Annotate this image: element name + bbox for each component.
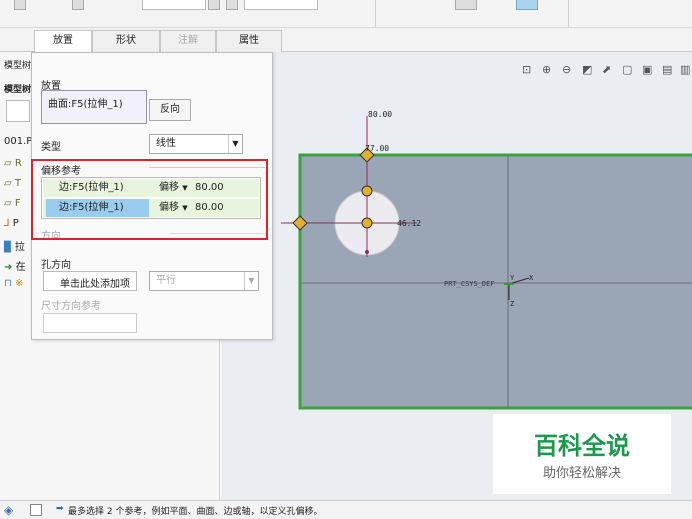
insert-arrow-icon: ➜: [4, 262, 13, 273]
tree-item-csys[interactable]: ⅃ P: [4, 218, 19, 229]
tree-item-label: T: [14, 178, 21, 189]
flip-button[interactable]: 反向: [149, 99, 191, 121]
ribbon-dropdown[interactable]: [208, 0, 220, 10]
toolbar-more-icon[interactable]: ▥: [680, 63, 692, 77]
ribbon-separator: [375, 0, 376, 28]
type-select[interactable]: 线性 ▼: [149, 134, 243, 154]
diameter-handle[interactable]: [361, 185, 373, 197]
tab-properties[interactable]: 属性: [216, 30, 282, 52]
tree-item-datum-plane[interactable]: ▱ T: [4, 178, 21, 189]
ribbon-toolbar: [0, 0, 692, 28]
placement-collector[interactable]: 曲面:F5(拉伸_1): [41, 90, 147, 124]
tree-item-datum-plane[interactable]: ▱ R: [4, 158, 22, 169]
datum-display-icon[interactable]: ▤: [662, 63, 676, 77]
tab-note[interactable]: 注解: [160, 30, 216, 52]
watermark: 百科全说 助你轻松解决: [493, 414, 671, 494]
plane-icon: ▱: [4, 198, 12, 209]
ribbon-button[interactable]: [72, 0, 84, 10]
tree-item-label: 在: [15, 262, 26, 273]
center-handle[interactable]: [361, 217, 373, 229]
csys-label: PRT_CSYS_DEF: [444, 280, 495, 288]
ribbon-field[interactable]: [142, 0, 206, 10]
saved-view-icon[interactable]: ▢: [622, 63, 636, 77]
display-style-icon[interactable]: ⬈: [602, 63, 616, 77]
hole-direction-select[interactable]: 平行 ▼: [149, 271, 259, 291]
ribbon-field[interactable]: [244, 0, 318, 10]
type-label: 类型: [41, 142, 61, 153]
hole-direction-hint: 单击此处添加项: [60, 279, 130, 290]
tree-header: 模型树: [4, 61, 32, 71]
chevron-down-icon: ▼: [244, 272, 258, 290]
message-arrow-icon: ➡: [56, 504, 64, 514]
zoom-in-icon[interactable]: ⊕: [542, 63, 556, 77]
hole-direction-collector[interactable]: 单击此处添加项: [43, 271, 137, 291]
csys-icon: ⅃: [4, 218, 10, 229]
watermark-subtitle: 助你轻松解决: [542, 466, 621, 481]
extrude-icon: ▉: [4, 242, 12, 253]
settings-icon[interactable]: ◈: [4, 503, 13, 517]
window-icon[interactable]: [30, 504, 42, 516]
tab-shape[interactable]: 形状: [92, 30, 160, 52]
repaint-icon[interactable]: ◩: [582, 63, 596, 77]
view-manager-icon[interactable]: ▣: [642, 63, 656, 77]
hole-direction-label: 孔方向: [41, 260, 71, 271]
ribbon-separator: [568, 0, 569, 28]
dim-label-top[interactable]: 80.00: [368, 110, 392, 119]
hole-icon: ⊓: [4, 278, 12, 289]
ribbon-button[interactable]: [226, 0, 238, 10]
tree-item-insert[interactable]: ➜ 在: [4, 258, 26, 273]
tree-header: 模型树: [4, 85, 32, 95]
tree-item-datum-plane[interactable]: ▱ F: [4, 198, 21, 209]
ribbon-button-active[interactable]: [516, 0, 538, 10]
zoom-out-icon[interactable]: ⊖: [562, 63, 576, 77]
axis-x-label: X: [529, 274, 534, 282]
status-bar: ◈ ➡ 最多选择 2 个参考，例如平面、曲面、边或轴，以定义孔偏移。: [0, 500, 692, 519]
handle-dot: [365, 250, 369, 254]
axis-y-label: Y: [510, 274, 515, 282]
ribbon-button[interactable]: [455, 0, 477, 10]
axis-z-label: Z: [510, 300, 515, 308]
tree-item-label: 拉: [14, 242, 25, 253]
tree-item-label: F: [14, 198, 21, 209]
dashboard-tabs: 放置 形状 注解 属性: [0, 28, 692, 53]
dim-direction-label: 尺寸方向参考: [41, 301, 101, 312]
chevron-down-icon: ▼: [228, 135, 242, 153]
watermark-title: 百科全说: [534, 432, 630, 460]
tree-item-label: ※: [15, 278, 24, 289]
type-value: 线性: [156, 138, 176, 149]
tab-placement[interactable]: 放置: [34, 30, 92, 53]
tree-item-hole[interactable]: ⊓ ※: [4, 278, 23, 289]
plane-icon: ▱: [4, 178, 12, 189]
status-message: 最多选择 2 个参考，例如平面、曲面、边或轴，以定义孔偏移。: [68, 507, 323, 517]
plane-icon: ▱: [4, 158, 12, 169]
tree-item-extrude[interactable]: ▉ 拉: [4, 238, 25, 253]
dim-direction-collector[interactable]: [43, 313, 137, 333]
tree-item-label: P: [12, 218, 19, 229]
dim-label-top2[interactable]: 77.00: [365, 144, 389, 153]
dim-label-diameter[interactable]: 46.12: [397, 219, 421, 228]
tree-filter-input[interactable]: [6, 100, 30, 122]
highlight-box: [31, 159, 268, 240]
zoom-fit-icon[interactable]: ⊡: [522, 63, 536, 77]
hole-direction-value: 平行: [156, 275, 176, 286]
tree-item-label: R: [14, 158, 22, 169]
tree-item[interactable]: 001.P: [4, 136, 32, 147]
ribbon-button[interactable]: [14, 0, 26, 10]
placement-ref: 曲面:F5(拉伸_1): [48, 99, 123, 110]
